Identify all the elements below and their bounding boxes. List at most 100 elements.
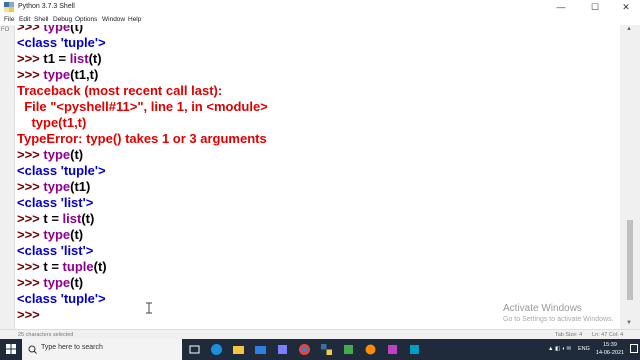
maximize-button[interactable]: ☐	[584, 0, 606, 14]
code-text: (t)	[93, 259, 107, 274]
shell-line: >>> t1 = list(t)	[17, 51, 102, 67]
left-gutter: FO	[0, 25, 15, 329]
shell-line: TypeError: type() takes 1 or 3 arguments	[17, 131, 267, 147]
code-text: tuple	[62, 259, 94, 274]
gutter-text: FO	[1, 27, 10, 33]
scrollbar-thumb[interactable]	[627, 220, 633, 300]
shell-line: >>> t = tuple(t)	[17, 259, 107, 275]
shell-line: >>>	[17, 307, 43, 323]
code-text: type	[43, 275, 71, 290]
code-text: (t)	[70, 25, 84, 34]
code-text: t1 =	[43, 51, 70, 66]
menu-window[interactable]: Window	[102, 14, 125, 25]
code-text: type	[43, 147, 71, 162]
language-indicator[interactable]: ENG	[578, 339, 590, 360]
shell-output-text: <class 'tuple'>	[17, 291, 106, 306]
activate-windows-subtitle: Go to Settings to activate Windows.	[503, 316, 614, 323]
search-placeholder: Type here to search	[41, 344, 103, 351]
shell-prompt: >>>	[17, 211, 44, 226]
activate-windows-title: Activate Windows	[503, 303, 582, 314]
code-text: type	[43, 227, 71, 242]
scroll-down-icon[interactable]: ▼	[626, 320, 632, 326]
menu-help[interactable]: Help	[128, 14, 141, 25]
window-title: Python 3.7.3 Shell	[18, 3, 75, 10]
app-icon[interactable]	[408, 343, 421, 356]
shell-prompt: >>>	[17, 147, 44, 162]
notification-icon[interactable]	[630, 344, 638, 354]
shell-prompt: >>>	[17, 259, 44, 274]
code-text: type	[43, 25, 71, 34]
code-text: list	[69, 51, 89, 66]
shell-line: <class 'list'>	[17, 243, 93, 259]
shell-prompt: >>>	[17, 307, 44, 322]
menu-options[interactable]: Options	[75, 14, 97, 25]
menu-file[interactable]: File	[4, 14, 14, 25]
shell-prompt: >>>	[17, 227, 44, 242]
close-button[interactable]: ✕	[615, 0, 637, 14]
edge-icon[interactable]	[210, 343, 223, 356]
shell-prompt: >>>	[17, 275, 44, 290]
shell-line: >>> t = list(t)	[17, 211, 94, 227]
task-view-icon[interactable]	[188, 343, 201, 356]
code-text: (t1,t)	[70, 67, 99, 82]
menu-bar: File Edit Shell Debug Options Window Hel…	[0, 14, 640, 25]
app-icon[interactable]	[364, 343, 377, 356]
clock-date: 14-06-2021	[595, 350, 625, 356]
code-text: t =	[43, 259, 63, 274]
shell-line: >>> type(t)	[17, 25, 83, 35]
clock[interactable]: 15:39 14-06-2021	[592, 341, 628, 357]
shell-prompt: >>>	[17, 25, 44, 34]
shell-prompt: >>>	[17, 179, 44, 194]
python-idle-icon[interactable]	[320, 343, 333, 356]
shell-output-text: <class 'list'>	[17, 195, 94, 210]
code-text: type	[43, 179, 71, 194]
shell-output[interactable]: >>> type(t) <class 'tuple'> >>> t1 = list(…	[15, 25, 620, 329]
app-icon[interactable]	[342, 343, 355, 356]
menu-debug[interactable]: Debug	[53, 14, 72, 25]
code-text: (t)	[88, 51, 102, 66]
shell-line: <class 'tuple'>	[17, 163, 106, 179]
error-text: type(t1,t)	[17, 115, 87, 130]
shell-prompt: >>>	[17, 67, 44, 82]
file-explorer-icon[interactable]	[232, 343, 245, 356]
tray-icons[interactable]: ▲ ◧ ◖ ✉	[548, 339, 571, 360]
code-text: (t)	[70, 147, 84, 162]
error-text: TypeError: type() takes 1 or 3 arguments	[17, 131, 267, 146]
shell-line: >>> type(t)	[17, 275, 83, 291]
shell-line: Traceback (most recent call last):	[17, 83, 222, 99]
mail-icon[interactable]	[254, 343, 267, 356]
error-text: Traceback (most recent call last):	[17, 83, 223, 98]
menu-edit[interactable]: Edit	[19, 14, 30, 25]
taskbar: Type here to search ▲ ◧ ◖ ✉ ENG 15:39 14…	[0, 339, 640, 360]
shell-output-text: <class 'list'>	[17, 243, 94, 258]
shell-output-text: <class 'tuple'>	[17, 35, 106, 50]
shell-line: >>> type(t)	[17, 147, 83, 163]
text-cursor-icon	[146, 302, 152, 314]
code-text: (t1)	[70, 179, 91, 194]
chrome-icon[interactable]	[298, 343, 311, 356]
shell-prompt: >>>	[17, 51, 44, 66]
app-icon[interactable]	[386, 343, 399, 356]
minimize-button[interactable]: —	[550, 0, 572, 14]
vertical-scrollbar[interactable]: ▲ ▼	[620, 25, 640, 329]
scroll-up-icon[interactable]: ▲	[626, 26, 632, 32]
windows-start-icon[interactable]	[0, 339, 22, 360]
error-text: File "<pyshell#11>", line 1, in <module>	[17, 99, 268, 114]
shell-line: <class 'tuple'>	[17, 35, 106, 51]
clock-time: 15:39	[603, 342, 617, 348]
taskbar-search-box[interactable]: Type here to search	[22, 339, 182, 360]
search-icon	[28, 345, 37, 354]
python-icon	[4, 2, 14, 12]
shell-line: File "<pyshell#11>", line 1, in <module>	[17, 99, 268, 115]
store-icon[interactable]	[276, 343, 289, 356]
shell-line: type(t1,t)	[17, 115, 86, 131]
title-bar: Python 3.7.3 Shell — ☐ ✕	[0, 0, 640, 15]
code-text: (t)	[81, 211, 95, 226]
shell-line: >>> type(t1)	[17, 179, 90, 195]
code-text: (t)	[70, 227, 84, 242]
shell-line: <class 'list'>	[17, 195, 93, 211]
shell-output-text: <class 'tuple'>	[17, 163, 106, 178]
menu-shell[interactable]: Shell	[34, 14, 48, 25]
code-text: type	[43, 67, 71, 82]
code-text: list	[62, 211, 82, 226]
